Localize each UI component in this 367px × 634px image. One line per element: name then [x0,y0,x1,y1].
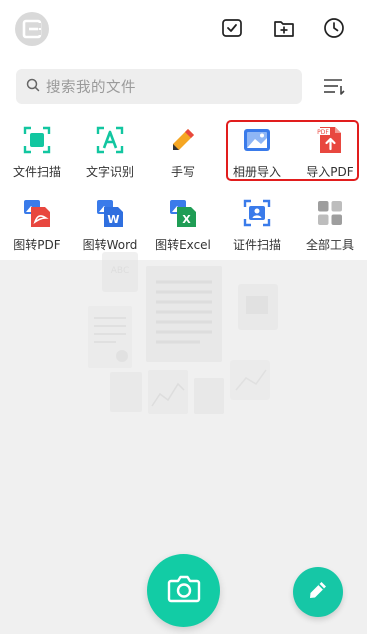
camera-icon [167,575,201,607]
ocr-text-icon [95,125,125,155]
image-to-excel-icon: X [168,198,198,228]
sort-icon[interactable] [321,74,347,100]
scan-doc-icon [22,125,52,155]
tool-file-scan[interactable]: 文件扫描 [0,125,74,185]
search-input[interactable]: 搜索我的文件 [16,69,302,104]
empty-state-illustration: ABC [80,230,290,430]
checkbox-icon[interactable] [220,16,244,40]
app-logo-icon[interactable] [15,12,49,46]
camera-button[interactable] [147,554,220,627]
svg-text:W: W [107,213,119,226]
tool-all-tools[interactable]: 全部工具 [293,198,367,258]
clock-icon[interactable] [322,16,346,40]
search-placeholder: 搜索我的文件 [46,80,136,96]
search-icon [26,77,40,96]
pen-icon [307,579,329,605]
illus-abc-text: ABC [111,266,129,276]
tool-image-to-pdf[interactable]: 图转PDF [0,198,74,258]
tool-label: 文件扫描 [12,165,61,179]
image-to-pdf-icon [22,198,52,228]
svg-text:X: X [182,213,191,226]
all-tools-icon [315,198,345,228]
pencil-icon [168,125,198,155]
pen-button[interactable] [293,567,343,617]
tool-label: 全部工具 [305,238,354,252]
image-to-word-icon: W [95,198,125,228]
tool-label: 手写 [170,165,195,179]
highlight-box [226,120,359,181]
id-scan-icon [242,198,272,228]
tool-ocr[interactable]: 文字识别 [73,125,147,185]
tool-label: 文字识别 [85,165,134,179]
tool-handwriting[interactable]: 手写 [146,125,220,185]
folder-add-icon[interactable] [272,16,296,40]
tool-label: 图转PDF [13,238,61,252]
